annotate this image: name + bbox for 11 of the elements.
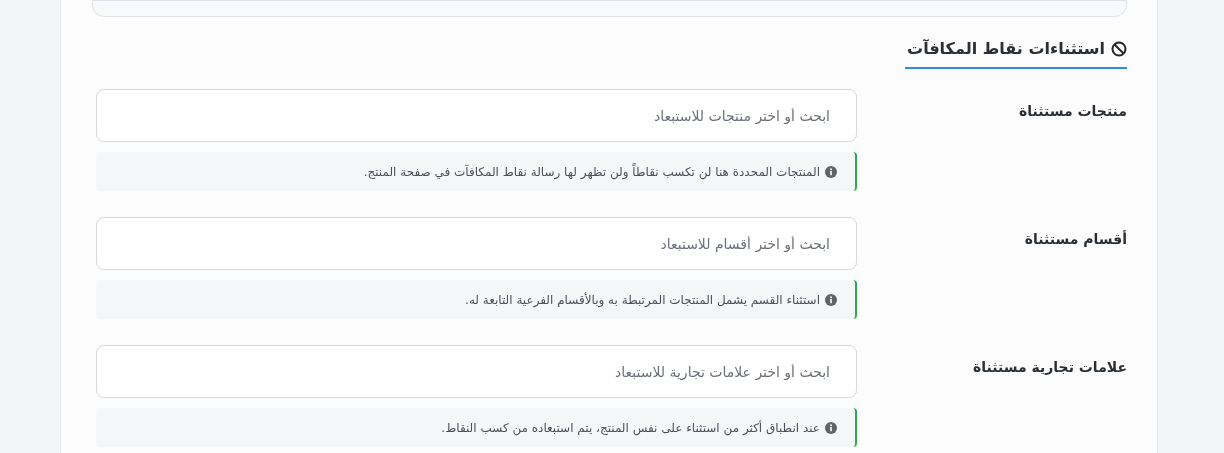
info-icon xyxy=(825,165,837,178)
section-title: استثناءات نقاط المكافآت xyxy=(907,38,1105,60)
hint-text: استثناء القسم يشمل المنتجات المرتبطة به وبالأقسام الفرعية التابعة له. xyxy=(465,291,820,309)
info-icon xyxy=(825,293,837,306)
field-label: منتجات مستثناة xyxy=(1019,103,1127,119)
hint-text: عند انطباق أكثر من استثناء على نفس المنتج، يتم استبعاده من كسب النقاط. xyxy=(441,419,820,437)
info-icon xyxy=(825,421,837,434)
hint-text: المنتجات المحددة هنا لن تكسب نقاطاً ولن تظهر لها رسالة نقاط المكافآت في صفحة المنتج. xyxy=(363,162,820,181)
ban-icon xyxy=(1111,41,1127,57)
field-label: أقسام مستثناة xyxy=(1024,231,1127,247)
field-label: علامات تجارية مستثناة xyxy=(973,359,1127,375)
